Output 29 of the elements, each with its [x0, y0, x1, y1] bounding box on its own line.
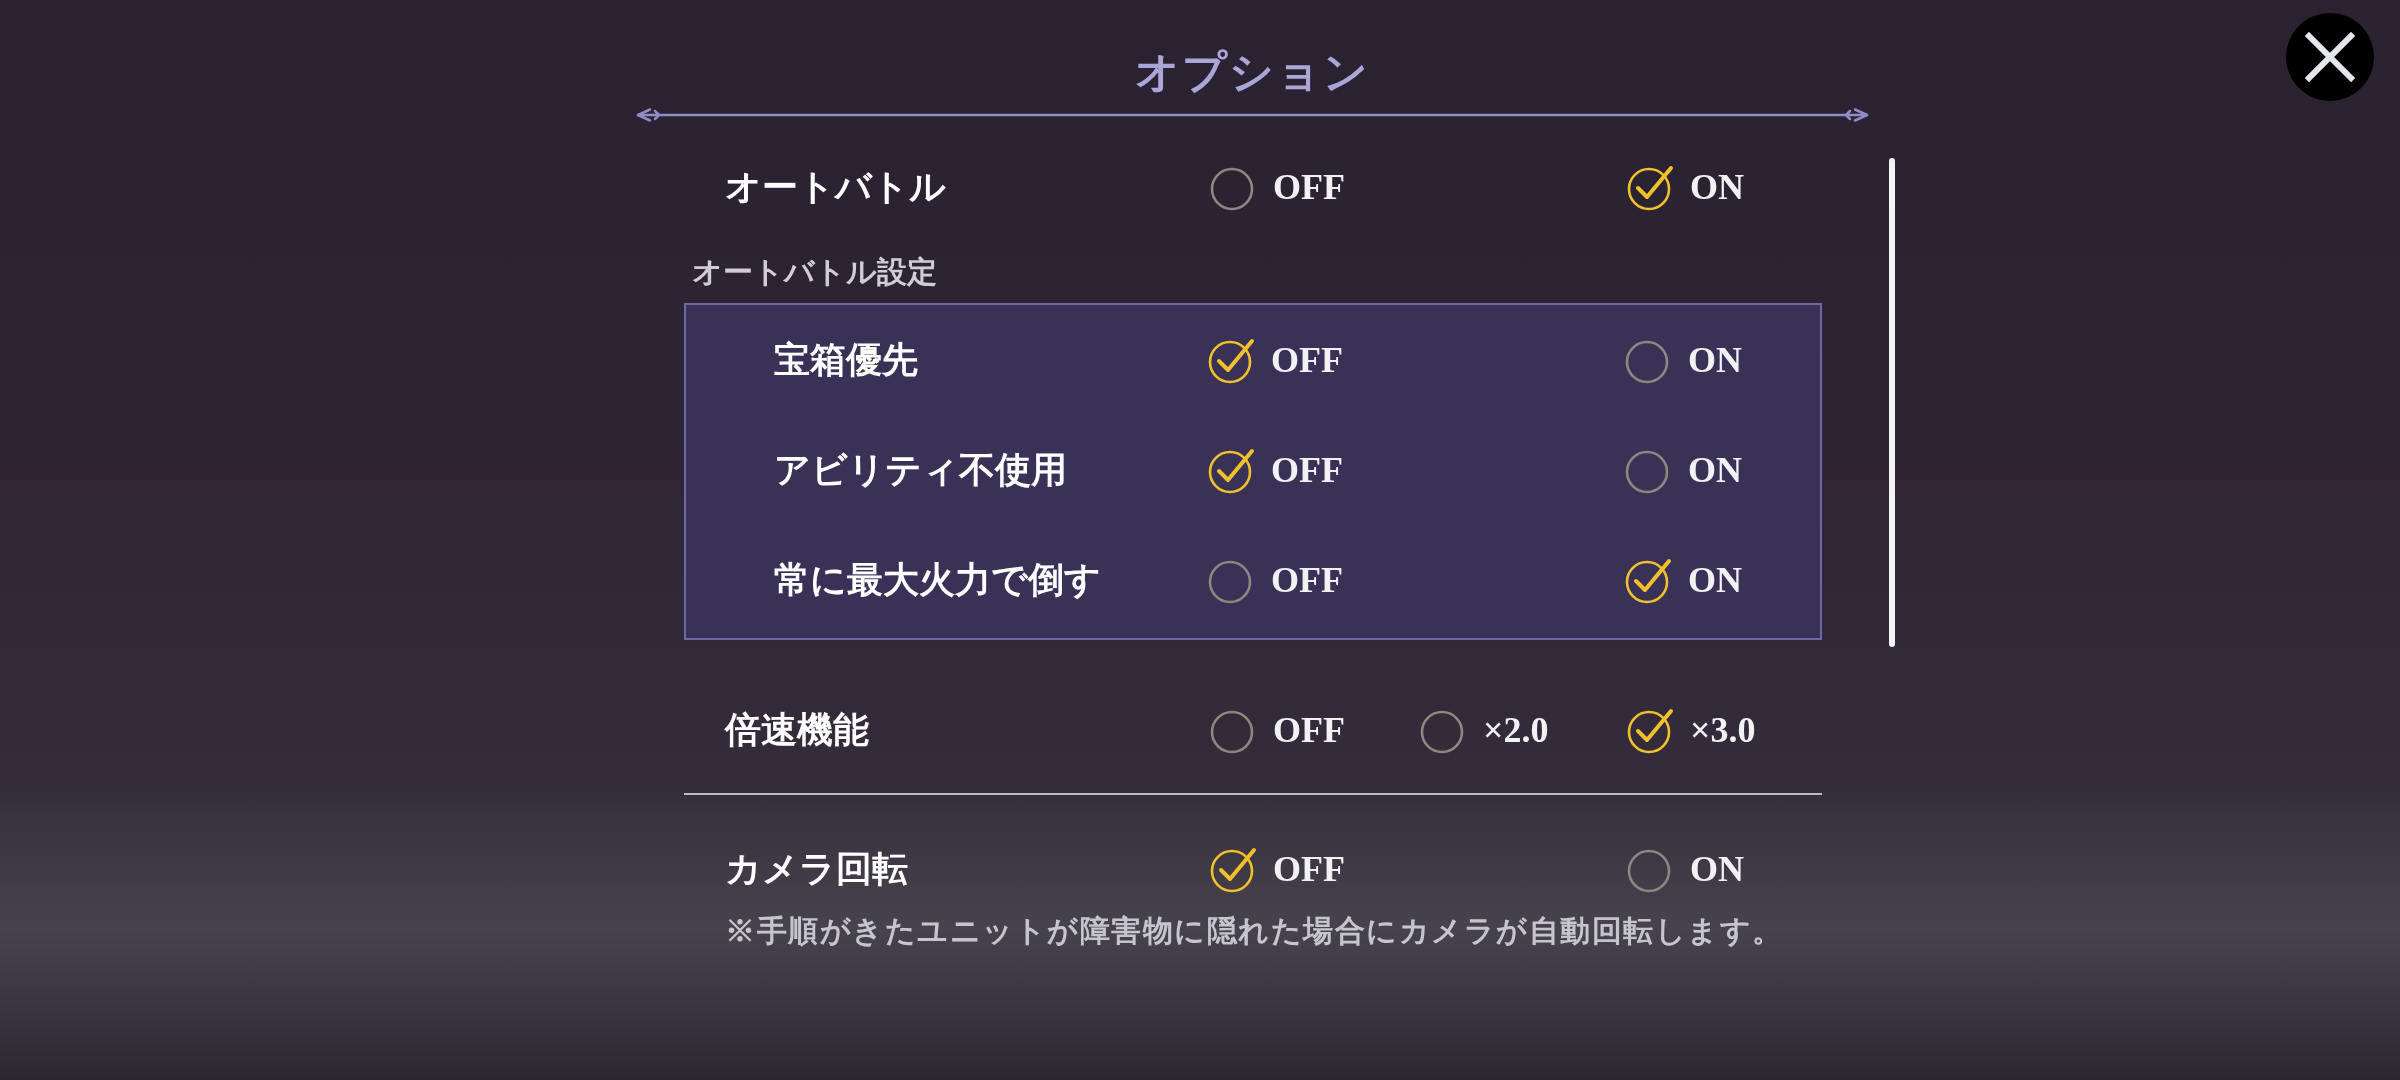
check-circle-icon [1210, 845, 1258, 893]
check-circle-icon [1208, 336, 1256, 384]
close-icon [2305, 32, 2355, 82]
setting-label: 宝箱優先 [774, 339, 919, 382]
radio-option[interactable]: ON [1627, 159, 1822, 215]
note-text: ※手順がきたユニットが障害物に隠れた場合にカメラが自動回転します。 [724, 913, 1785, 949]
radio-option[interactable]: ON [1625, 552, 1820, 608]
radio-option[interactable]: OFF [1208, 552, 1418, 608]
setting-label: 常に最大火力で倒す [774, 559, 1102, 602]
radio-option[interactable]: OFF [1210, 841, 1420, 897]
radio-option[interactable]: ×2.0 [1420, 702, 1627, 758]
radio-option[interactable]: OFF [1208, 442, 1418, 498]
setting-label: アビリティ不使用 [774, 449, 1068, 492]
radio-option[interactable]: ON [1625, 332, 1820, 388]
dialog-title: オプション [1135, 48, 1370, 98]
radio-option[interactable]: ON [1625, 442, 1820, 498]
check-circle-icon [1208, 446, 1256, 494]
radio-option[interactable]: ×3.0 [1627, 702, 1822, 758]
radio-option[interactable]: ON [1627, 841, 1822, 897]
radio-option[interactable]: OFF [1210, 159, 1420, 215]
section-heading: オートバトル設定 [691, 254, 938, 290]
check-circle-icon [1627, 163, 1675, 211]
check-circle-icon [1627, 706, 1675, 754]
setting-label: 倍速機能 [725, 709, 870, 752]
setting-label: オートバトル [725, 166, 947, 209]
radio-option[interactable]: OFF [1210, 702, 1420, 758]
check-circle-icon [1625, 556, 1673, 604]
setting-label: カメラ回転 [725, 848, 909, 891]
radio-option[interactable]: OFF [1208, 332, 1418, 388]
